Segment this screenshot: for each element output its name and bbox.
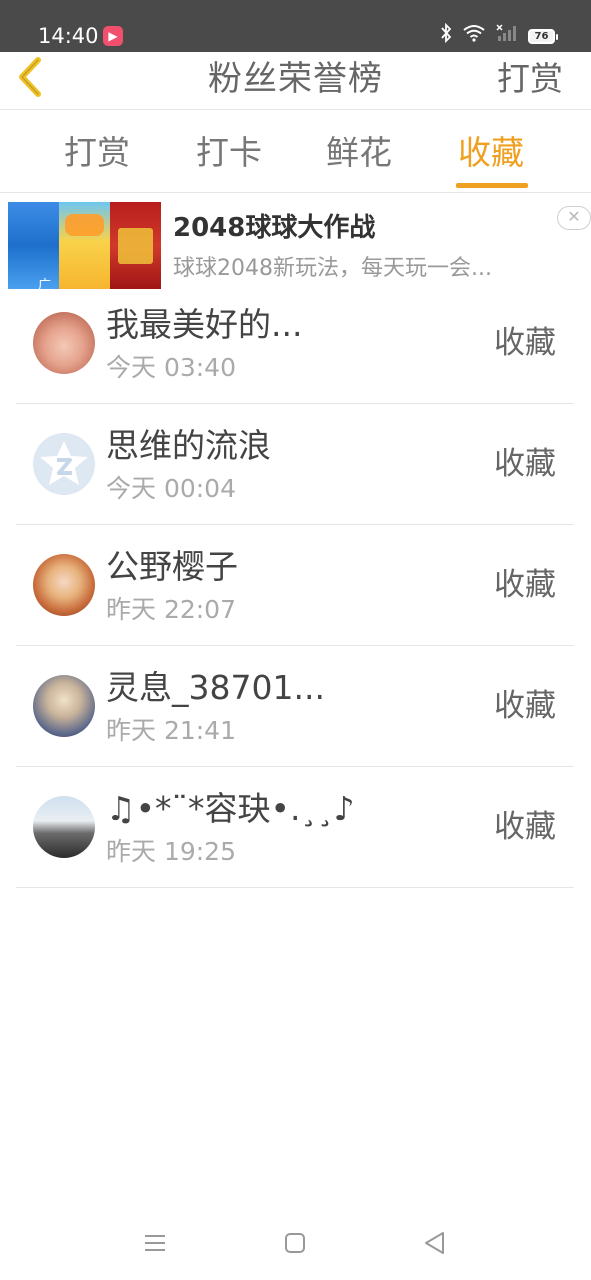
- timestamp: 昨天 19:25: [106, 837, 236, 866]
- ad-close-button[interactable]: ✕: [557, 206, 591, 230]
- tab-flowers[interactable]: 鲜花: [326, 131, 392, 175]
- close-icon: ✕: [567, 207, 581, 226]
- system-navigation-bar: [0, 1210, 591, 1280]
- ad-title[interactable]: 2048球球大作战: [173, 210, 375, 246]
- avatar[interactable]: [33, 675, 95, 737]
- app-notification-icon: ▶: [103, 26, 123, 46]
- ad-image-1: 广告: [8, 202, 59, 309]
- timestamp: 今天 03:40: [106, 353, 236, 382]
- list-item[interactable]: 思维的流浪 今天 00:04 收藏: [0, 404, 591, 525]
- user-name: 公野樱子: [106, 547, 238, 586]
- nav-bar: 粉丝荣誉榜 打赏: [0, 52, 591, 110]
- battery-indicator: 76: [528, 28, 558, 44]
- tab-bar: 打赏 打卡 鲜花 收藏: [0, 111, 591, 193]
- list-item[interactable]: 我最美好的... 今天 03:40 收藏: [0, 283, 591, 404]
- user-name: 灵息_38701...: [106, 668, 325, 707]
- list-item[interactable]: ♫•*¨*容玦•.¸¸♪ 昨天 19:25 收藏: [0, 767, 591, 888]
- reward-button[interactable]: 打赏: [497, 56, 563, 102]
- timestamp: 今天 00:04: [106, 474, 236, 503]
- action-label: 收藏: [494, 325, 556, 361]
- list-item[interactable]: 灵息_38701... 昨天 21:41 收藏: [0, 646, 591, 767]
- ad-image-2: [59, 202, 110, 289]
- user-name: 思维的流浪: [106, 426, 271, 465]
- favorites-list: 我最美好的... 今天 03:40 收藏 思维的流浪 今天 00:04 收藏 公…: [0, 283, 591, 888]
- action-label: 收藏: [494, 567, 556, 603]
- avatar[interactable]: [33, 796, 95, 858]
- status-time: 14:40: [38, 24, 99, 48]
- default-avatar-icon: [40, 441, 88, 485]
- avatar[interactable]: [33, 433, 95, 495]
- back-triangle-icon[interactable]: [420, 1228, 450, 1258]
- signal-icon: [496, 23, 518, 49]
- bluetooth-icon: [440, 22, 452, 50]
- status-icons: 76: [440, 22, 558, 50]
- menu-icon[interactable]: [140, 1228, 170, 1258]
- action-label: 收藏: [494, 809, 556, 845]
- tab-reward[interactable]: 打赏: [64, 131, 130, 175]
- user-name: ♫•*¨*容玦•.¸¸♪: [106, 789, 355, 828]
- timestamp: 昨天 22:07: [106, 595, 236, 624]
- avatar[interactable]: [33, 554, 95, 616]
- active-tab-indicator: [456, 183, 528, 188]
- home-icon[interactable]: [280, 1228, 310, 1258]
- list-item[interactable]: 公野樱子 昨天 22:07 收藏: [0, 525, 591, 646]
- avatar[interactable]: [33, 312, 95, 374]
- action-label: 收藏: [494, 688, 556, 724]
- wifi-icon: [462, 24, 486, 49]
- timestamp: 昨天 21:41: [106, 716, 236, 745]
- ad-description[interactable]: 球球2048新玩法，每天玩一会...: [173, 254, 553, 284]
- status-bar: 14:40 ▶ 76: [0, 0, 591, 52]
- action-label: 收藏: [494, 446, 556, 482]
- user-name: 我最美好的...: [106, 305, 303, 344]
- tab-checkin[interactable]: 打卡: [196, 131, 262, 175]
- ad-image-3: [110, 202, 161, 289]
- tab-favorites[interactable]: 收藏: [458, 131, 524, 175]
